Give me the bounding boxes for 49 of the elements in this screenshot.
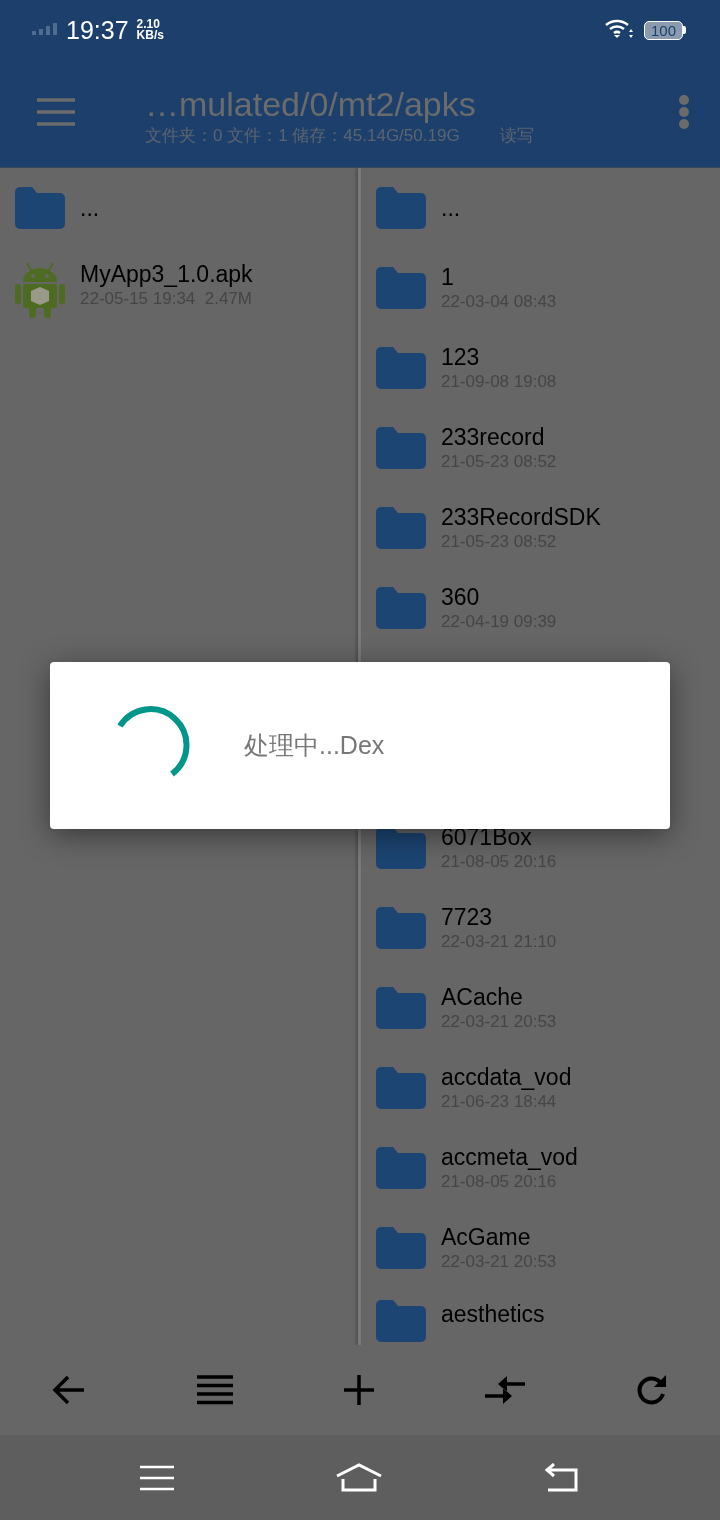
- file-name: AcGame: [441, 1223, 532, 1251]
- file-name: ...: [441, 194, 461, 222]
- folder-row[interactable]: ...: [0, 168, 358, 248]
- refresh-icon[interactable]: [636, 1374, 668, 1406]
- home-icon[interactable]: [335, 1462, 383, 1493]
- file-name: MyApp3_1.0.apk: [80, 260, 253, 288]
- return-icon[interactable]: [543, 1462, 580, 1493]
- folder-icon: [376, 1067, 426, 1109]
- folder-icon: [15, 187, 65, 229]
- folder-icon: [376, 507, 426, 549]
- folder-icon: [376, 1147, 426, 1189]
- wifi-icon: [603, 17, 634, 39]
- swap-arrows-icon[interactable]: [485, 1375, 525, 1405]
- folder-icon: [376, 907, 426, 949]
- list-icon[interactable]: [197, 1375, 233, 1405]
- network-speed: 2.10: [136, 19, 160, 30]
- folder-icon: [376, 587, 426, 629]
- clock: 19:37: [66, 15, 129, 45]
- folder-row[interactable]: aesthetics: [361, 1288, 720, 1345]
- file-name: accmeta_vod: [441, 1143, 578, 1171]
- file-name: 1: [441, 263, 455, 291]
- folder-icon: [376, 267, 426, 309]
- file-name: 360: [441, 583, 481, 611]
- file-name: aesthetics: [441, 1300, 545, 1328]
- path-title: …mulated/0/mt2/apks: [145, 84, 477, 124]
- folder-icon: [376, 827, 426, 869]
- access-mode: 读写: [499, 125, 534, 147]
- folder-icon: [376, 427, 426, 469]
- file-name: accdata_vod: [441, 1063, 572, 1091]
- folder-icon: [376, 987, 426, 1029]
- folder-info: 文件夹：0 文件：1 储存：45.14G/50.19G: [145, 125, 460, 147]
- file-name: 233RecordSDK: [441, 503, 601, 531]
- file-name: ACache: [441, 983, 524, 1011]
- file-name: ...: [80, 194, 100, 222]
- file-name: 123: [441, 343, 481, 371]
- file-name: 7723: [441, 903, 494, 931]
- android-robot-icon: [15, 260, 65, 318]
- folder-row[interactable]: ...: [361, 168, 720, 248]
- more-options-icon[interactable]: [678, 94, 690, 129]
- back-arrow-icon[interactable]: [52, 1375, 86, 1405]
- signal-icon: [32, 23, 58, 35]
- file-name: 233record: [441, 423, 546, 451]
- add-icon[interactable]: [344, 1375, 374, 1405]
- folder-icon: [376, 1227, 426, 1269]
- folder-icon: [376, 187, 426, 229]
- network-speed-unit: KB/s: [136, 30, 164, 41]
- progress-message: 处理中...Dex: [244, 730, 385, 761]
- folder-icon: [376, 347, 426, 389]
- battery-indicator: 100: [643, 20, 686, 40]
